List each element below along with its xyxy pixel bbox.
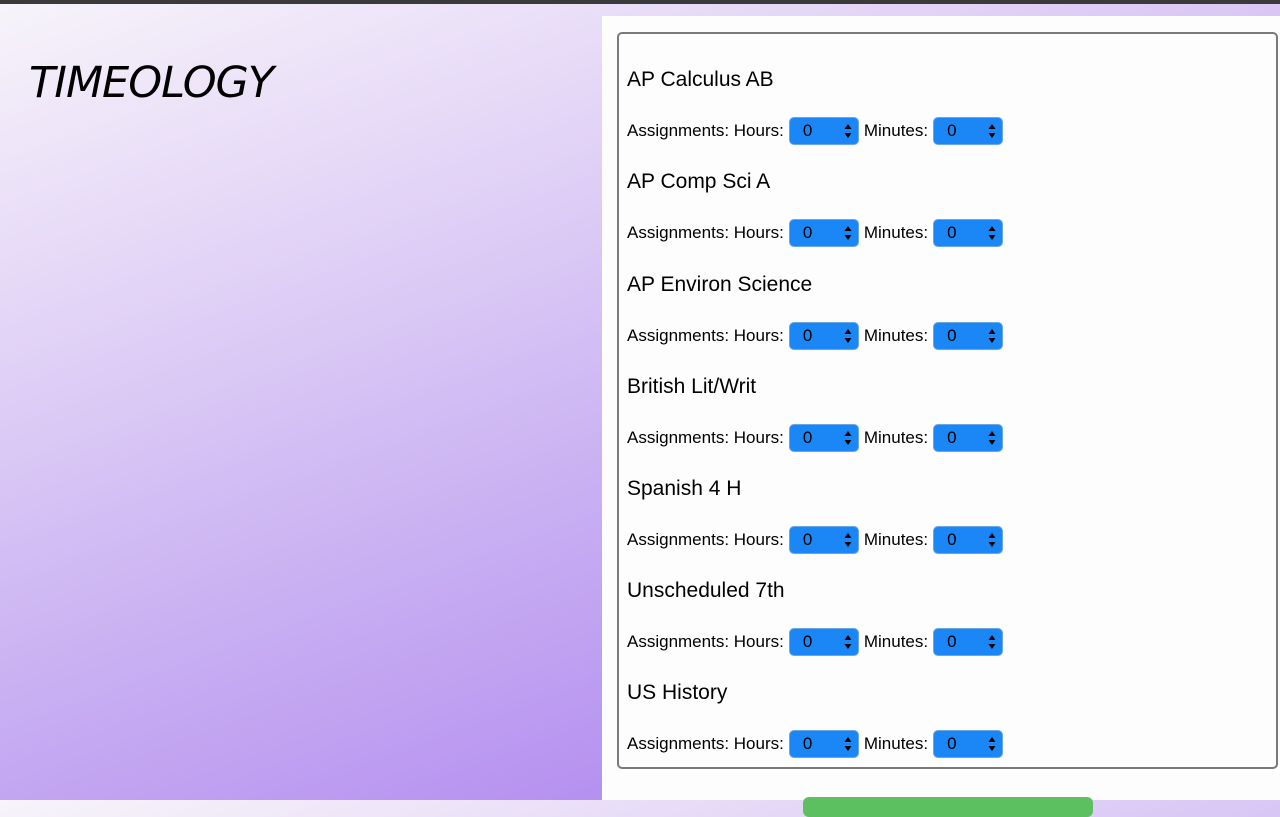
hours-label: Assignments: Hours: (627, 530, 784, 549)
hours-select[interactable]: 0 (788, 219, 859, 247)
course-name: AP Calculus AB (627, 68, 774, 91)
top-bar (0, 0, 1280, 4)
course-name: AP Environ Science (627, 273, 813, 296)
course-block: Spanish 4 H Assignments: Hours: 0 Minutes: 0 (627, 476, 1267, 555)
minutes-select[interactable]: 0 (933, 526, 1004, 554)
course-name: British Lit/Writ (627, 375, 757, 398)
hours-value: 0 (802, 632, 813, 651)
hours-label: Assignments: Hours: (627, 428, 784, 447)
stepper-arrows-icon (988, 532, 996, 548)
hours-select[interactable]: 0 (788, 117, 859, 145)
course-block: AP Calculus AB Assignments: Hours: 0 Minute… (627, 67, 1267, 146)
hours-label: Assignments: Hours: (627, 734, 784, 753)
assignment-time-row: Assignments: Hours: 0 Minutes: 0 (627, 218, 1267, 248)
course-block: US History Assignments: Hours: 0 Minutes: 0 (627, 680, 1267, 759)
minutes-select[interactable]: 0 (933, 219, 1004, 247)
hours-value: 0 (802, 121, 813, 140)
hours-select[interactable]: 0 (788, 628, 859, 656)
hours-label: Assignments: Hours: (627, 632, 784, 651)
submit-button[interactable] (803, 797, 1093, 817)
stepper-arrows-icon (844, 225, 852, 241)
course-block: British Lit/Writ Assignments: Hours: 0 Minu… (627, 374, 1267, 453)
hours-select[interactable]: 0 (788, 730, 859, 758)
minutes-value: 0 (947, 428, 957, 447)
assignment-time-row: Assignments: Hours: 0 Minutes: 0 (627, 116, 1267, 146)
minutes-value: 0 (947, 326, 957, 345)
hours-select[interactable]: 0 (788, 526, 859, 554)
hours-value: 0 (802, 223, 813, 242)
course-name: Unscheduled 7th (627, 579, 785, 602)
hours-value: 0 (802, 530, 813, 549)
assignment-time-row: Assignments: Hours: 0 Minutes: 0 (627, 321, 1267, 351)
hours-value: 0 (802, 428, 813, 447)
stepper-arrows-icon (844, 736, 852, 752)
minutes-label: Minutes: (863, 530, 929, 549)
assignment-time-row: Assignments: Hours: 0 Minutes: 0 (627, 729, 1267, 759)
stepper-arrows-icon (988, 123, 996, 139)
minutes-select[interactable]: 0 (933, 424, 1004, 452)
hours-label: Assignments: Hours: (627, 121, 784, 140)
hours-label: Assignments: Hours: (627, 223, 784, 242)
minutes-value: 0 (947, 121, 957, 140)
stepper-arrows-icon (844, 123, 852, 139)
stepper-arrows-icon (988, 430, 996, 446)
minutes-value: 0 (947, 632, 957, 651)
hours-value: 0 (802, 734, 813, 753)
stepper-arrows-icon (844, 328, 852, 344)
hours-value: 0 (802, 326, 813, 345)
stepper-arrows-icon (988, 634, 996, 650)
minutes-label: Minutes: (863, 326, 929, 345)
minutes-select[interactable]: 0 (933, 322, 1004, 350)
course-name: US History (627, 681, 728, 704)
course-name: AP Comp Sci A (627, 170, 771, 193)
stepper-arrows-icon (988, 225, 996, 241)
hours-select[interactable]: 0 (788, 424, 859, 452)
hours-select[interactable]: 0 (788, 322, 859, 350)
course-block: AP Environ Science Assignments: Hours: 0 Mi… (627, 272, 1267, 351)
minutes-select[interactable]: 0 (933, 730, 1004, 758)
course-block: Unscheduled 7th Assignments: Hours: 0 Minut… (627, 578, 1267, 657)
stepper-arrows-icon (988, 328, 996, 344)
brand-logo: TIMEOLOGY (29, 58, 274, 108)
assignment-time-row: Assignments: Hours: 0 Minutes: 0 (627, 525, 1267, 555)
assignment-time-row: Assignments: Hours: 0 Minutes: 0 (627, 423, 1267, 453)
minutes-value: 0 (947, 734, 957, 753)
minutes-label: Minutes: (863, 428, 929, 447)
minutes-select[interactable]: 0 (933, 628, 1004, 656)
hours-label: Assignments: Hours: (627, 326, 784, 345)
stepper-arrows-icon (844, 634, 852, 650)
minutes-label: Minutes: (863, 632, 929, 651)
minutes-select[interactable]: 0 (933, 117, 1004, 145)
stepper-arrows-icon (844, 430, 852, 446)
minutes-label: Minutes: (863, 223, 929, 242)
course-name: Spanish 4 H (627, 477, 742, 500)
assignment-time-row: Assignments: Hours: 0 Minutes: 0 (627, 627, 1267, 657)
minutes-value: 0 (947, 530, 957, 549)
stepper-arrows-icon (844, 532, 852, 548)
minutes-label: Minutes: (863, 121, 929, 140)
stepper-arrows-icon (988, 736, 996, 752)
minutes-label: Minutes: (863, 734, 929, 753)
course-block: AP Comp Sci A Assignments: Hours: 0 Minutes… (627, 169, 1267, 248)
minutes-value: 0 (947, 223, 957, 242)
